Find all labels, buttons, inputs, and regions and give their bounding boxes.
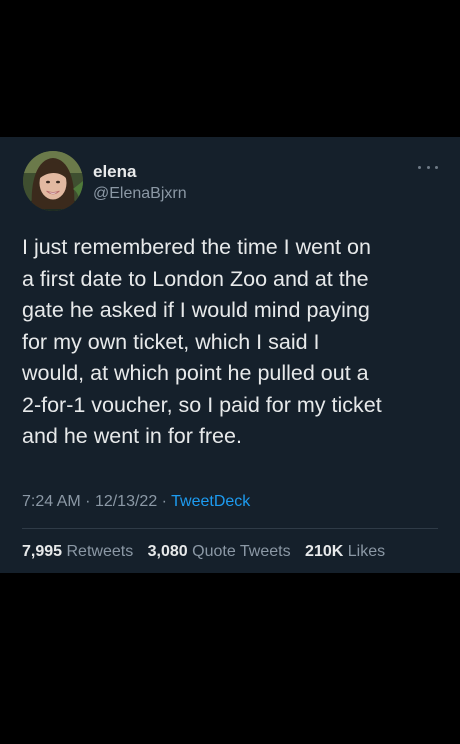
tweet-text-line: and he went in for free. [22, 424, 242, 448]
avatar[interactable] [23, 151, 83, 211]
tweet-meta: 7:24 AM · 12/13/22 · TweetDeck [22, 492, 250, 512]
quote-tweets-label: Quote Tweets [192, 543, 291, 560]
retweets-label: Retweets [66, 543, 134, 560]
meta-separator: · [161, 493, 167, 510]
divider [22, 528, 438, 529]
tweet-text: I just remembered the time I went on a fi… [22, 232, 446, 453]
meta-separator: · [85, 493, 91, 510]
dot-icon [426, 165, 430, 169]
tweet-stats: 7,995 Retweets 3,080 Quote Tweets 210K L… [22, 542, 385, 562]
likes-label: Likes [347, 543, 386, 560]
retweets-stat[interactable]: 7,995 Retweets [22, 543, 133, 560]
dot-icon [418, 165, 421, 169]
author-display-name[interactable]: elena [93, 162, 136, 182]
author-handle[interactable]: @ElenaBjxrn [93, 184, 187, 204]
tweet-card: elena @ElenaBjxrn I just remembered the … [0, 137, 460, 573]
quote-tweets-count: 3,080 [147, 543, 188, 560]
tweet-text-line: 2-for-1 voucher, so I paid for my ticket [22, 392, 382, 417]
tweet-time[interactable]: 7:24 AM [22, 493, 81, 510]
dot-icon [435, 165, 438, 169]
quote-tweets-stat[interactable]: 3,080 Quote Tweets [148, 543, 291, 560]
tweet-text-line: gate he asked if I would mind paying [22, 298, 370, 322]
tweet-date[interactable]: 12/13/22 [95, 493, 157, 510]
likes-stat[interactable]: 210K Likes [305, 543, 385, 560]
more-options-icon[interactable] [418, 161, 438, 173]
retweets-count: 7,995 [22, 543, 63, 560]
tweet-text-line: would, at which point he pulled out a [22, 361, 369, 385]
likes-count: 210K [305, 543, 344, 560]
tweet-text-line: I just remembered the time I went on [22, 235, 371, 259]
avatar-photo [23, 151, 83, 211]
tweet-source-link[interactable]: TweetDeck [171, 493, 250, 510]
tweet-text-line: a first date to London Zoo and at the [22, 266, 369, 291]
tweet-text-line: for my own ticket, which I said I [22, 329, 320, 354]
